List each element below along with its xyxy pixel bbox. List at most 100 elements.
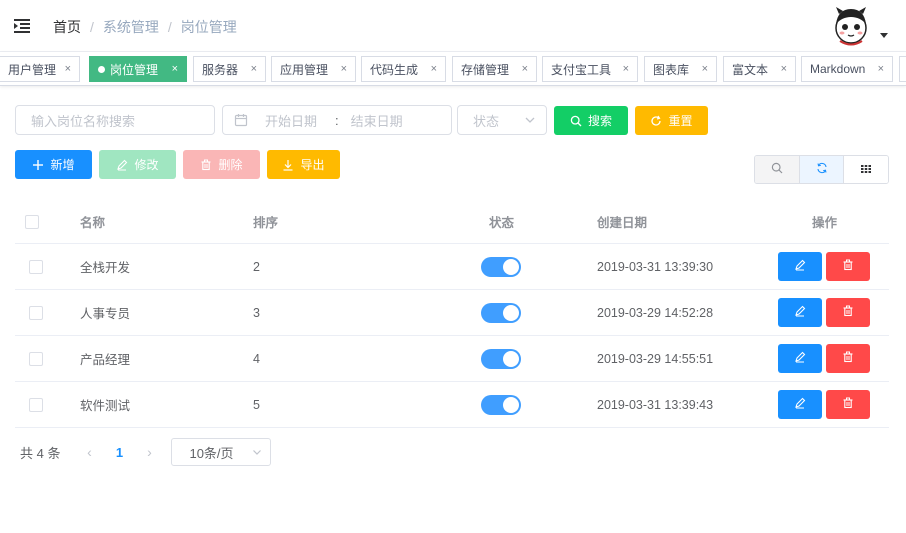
row-edit-button[interactable] [778, 390, 822, 419]
reset-button[interactable]: 重置 [635, 106, 708, 135]
toggle-search-button[interactable] [755, 156, 800, 183]
close-icon[interactable]: × [522, 63, 528, 75]
breadcrumb-separator: / [167, 19, 172, 35]
tag-charts[interactable]: 图表库 × [644, 56, 717, 82]
status-switch[interactable] [481, 302, 521, 323]
row-delete-button[interactable] [826, 252, 870, 281]
tag-post-management[interactable]: 岗位管理 × [89, 56, 187, 82]
row-edit-button[interactable] [778, 344, 822, 373]
caret-down-icon[interactable] [880, 33, 888, 38]
header-created: 创建日期 [597, 216, 648, 230]
table-row: 人事专员 3 2019-03-29 14:52:28 [15, 290, 889, 336]
close-icon[interactable]: × [341, 63, 347, 75]
export-button-label: 导出 [300, 158, 325, 172]
delete-button-label: 删除 [218, 158, 243, 172]
post-name-search-input[interactable]: 输入岗位名称搜索 [15, 105, 215, 135]
row-edit-button[interactable] [778, 298, 822, 327]
header-status: 状态 [489, 216, 515, 230]
edit-icon [794, 351, 806, 366]
table-header-row: 名称 排序 状态 创建日期 操作 [15, 200, 889, 244]
date-range-picker[interactable]: 开始日期 : 结束日期 [222, 105, 452, 135]
status-switch[interactable] [481, 256, 521, 277]
status-switch[interactable] [481, 394, 521, 415]
end-date-placeholder[interactable]: 结束日期 [351, 111, 403, 130]
cell-sort: 5 [253, 397, 260, 412]
cell-name: 软件测试 [80, 399, 131, 413]
download-icon [282, 159, 294, 171]
row-checkbox[interactable] [29, 259, 43, 274]
tag-label: 用户管理 [8, 62, 57, 77]
pagination-total: 共 4 条 [20, 445, 61, 461]
row-edit-button[interactable] [778, 252, 822, 281]
page-number-current[interactable]: 1 [104, 445, 134, 460]
cell-created: 2019-03-31 13:39:43 [597, 397, 714, 412]
hamburger-menu-icon[interactable] [0, 0, 44, 52]
row-delete-button[interactable] [826, 390, 870, 419]
status-cell [481, 290, 521, 335]
header-name: 名称 [80, 216, 106, 230]
row-delete-button[interactable] [826, 344, 870, 373]
refresh-table-button[interactable] [799, 156, 845, 183]
trash-icon [842, 259, 854, 274]
add-button[interactable]: 新增 [15, 150, 92, 179]
refresh-icon [650, 115, 662, 127]
row-checkbox[interactable] [29, 397, 43, 412]
close-icon[interactable]: × [251, 63, 257, 75]
close-icon[interactable]: × [781, 63, 787, 75]
table-row: 全栈开发 2 2019-03-31 13:39:30 [15, 244, 889, 290]
tags-view: 用户管理 × 岗位管理 × 服务器 × 应用管理 × 代码生成 × 存储管理 ×… [0, 52, 906, 86]
edit-icon [794, 259, 806, 274]
breadcrumb-home[interactable]: 首页 [53, 17, 81, 37]
tag-code-gen[interactable]: 代码生成 × [361, 56, 446, 82]
edit-button[interactable]: 修改 [99, 150, 176, 179]
row-select-cell [29, 290, 43, 335]
search-button[interactable]: 搜索 [554, 106, 628, 135]
close-icon[interactable]: × [623, 63, 629, 75]
close-icon[interactable]: × [65, 63, 71, 75]
trash-icon [842, 397, 854, 412]
search-placeholder: 输入岗位名称搜索 [31, 113, 136, 129]
tag-label: 存储管理 [461, 62, 510, 77]
breadcrumb-current: 岗位管理 [180, 19, 237, 35]
cell-created: 2019-03-29 14:55:51 [597, 351, 714, 366]
status-select[interactable]: 状态 [457, 105, 547, 135]
close-icon[interactable]: × [702, 63, 708, 75]
row-checkbox[interactable] [29, 351, 43, 366]
tag-markdown[interactable]: Markdown × [801, 56, 893, 82]
page-size-select[interactable]: 10条/页 [171, 438, 272, 466]
select-all-checkbox[interactable] [25, 214, 39, 229]
close-icon[interactable]: × [431, 63, 437, 75]
search-icon [570, 115, 582, 127]
start-date-placeholder[interactable]: 开始日期 [265, 111, 317, 130]
tag-overflow[interactable] [899, 56, 906, 82]
tag-alipay[interactable]: 支付宝工具 × [542, 56, 638, 82]
chevron-right-icon[interactable]: › [134, 444, 164, 460]
export-button[interactable]: 导出 [267, 150, 340, 179]
tag-server[interactable]: 服务器 × [193, 56, 266, 82]
close-icon[interactable]: × [172, 63, 178, 75]
tag-label: 代码生成 [370, 62, 419, 77]
status-switch[interactable] [481, 348, 521, 369]
tag-storage[interactable]: 存储管理 × [452, 56, 537, 82]
row-delete-button[interactable] [826, 298, 870, 327]
status-placeholder: 状态 [473, 113, 500, 129]
chevron-down-icon [252, 447, 262, 457]
tag-rich-text[interactable]: 富文本 × [723, 56, 796, 82]
delete-button[interactable]: 删除 [183, 150, 260, 179]
column-settings-button[interactable] [844, 156, 888, 183]
search-button-label: 搜索 [587, 114, 612, 128]
chevron-left-icon[interactable]: ‹ [74, 444, 104, 460]
tag-app-management[interactable]: 应用管理 × [271, 56, 356, 82]
add-button-label: 新增 [50, 158, 75, 172]
post-table: 名称 排序 状态 创建日期 操作 全栈开发 2 2019-03-31 13:39… [15, 200, 889, 428]
table-row: 产品经理 4 2019-03-29 14:55:51 [15, 336, 889, 382]
row-select-cell [29, 336, 43, 381]
avatar[interactable] [830, 4, 872, 46]
plus-icon [32, 159, 44, 171]
breadcrumb-separator: / [90, 19, 94, 35]
tag-label: 应用管理 [280, 62, 329, 77]
close-icon[interactable]: × [878, 63, 884, 75]
tag-user-management[interactable]: 用户管理 × [0, 56, 80, 82]
row-checkbox[interactable] [29, 305, 43, 320]
trash-icon [200, 159, 212, 171]
